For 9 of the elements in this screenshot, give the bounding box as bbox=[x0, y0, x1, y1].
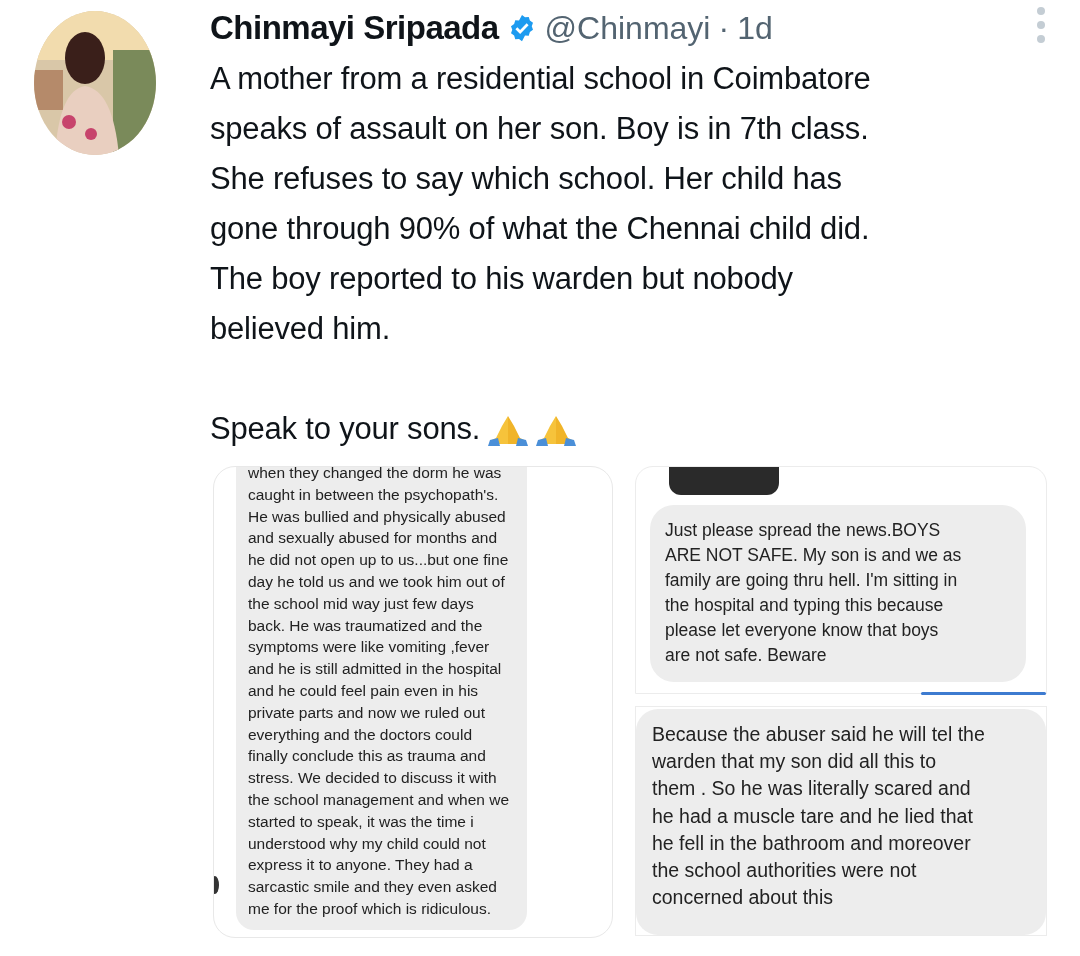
author-name[interactable]: Chinmayi Sripaada bbox=[210, 9, 499, 47]
chat-message: Just please spread the news.BOYS ARE NOT SAFE. My son is and we as family are going thru hell. I'm sitting in the hospital and typing this because please let everyone know that boys are not safe. Beware bbox=[650, 505, 1026, 682]
tweet-text: A mother from a residential school in Coimbatore speaks of assault on her son. Boy is in 7th class. She refuses to say which school. Her child has gone through 90% of what the Chennai child did. The boy reported to his warden but nobody believed him. bbox=[210, 60, 871, 348]
chat-message: Because the abuser said he will tel the warden that my son did all this to them . So he was literally scared and he had a muscle tare and he lied that he fell in the bathroom and moreover the school authorities were not concerned about this bbox=[636, 709, 1046, 935]
separator-dot: · bbox=[718, 9, 730, 47]
tweet-text: Speak to your sons. bbox=[210, 410, 481, 448]
author-handle[interactable]: @Chinmayi bbox=[544, 9, 711, 47]
chat-message: when they changed the dorm he was caught in between the psychopath's. He was bullied and physically abused and sexually abused for months and he did not open up to us...but one fine day he told us and we took him out of the school mid way just few days back. He was traumatized and the symptoms were like vomiting ,fever and he is still admitted in the hospital and he could feel pain even in his private parts and now we ruled out everything and the doctors could finally conclude this as trauma and stress. We decided to discuss it with the school management and when we started to speak, it was the time i understood why my child could not express it to anyone. They had a sarcastic smile and they even asked me for the proof which is ridiculous. bbox=[236, 467, 528, 930]
tweet-time[interactable]: 1d bbox=[737, 9, 773, 47]
